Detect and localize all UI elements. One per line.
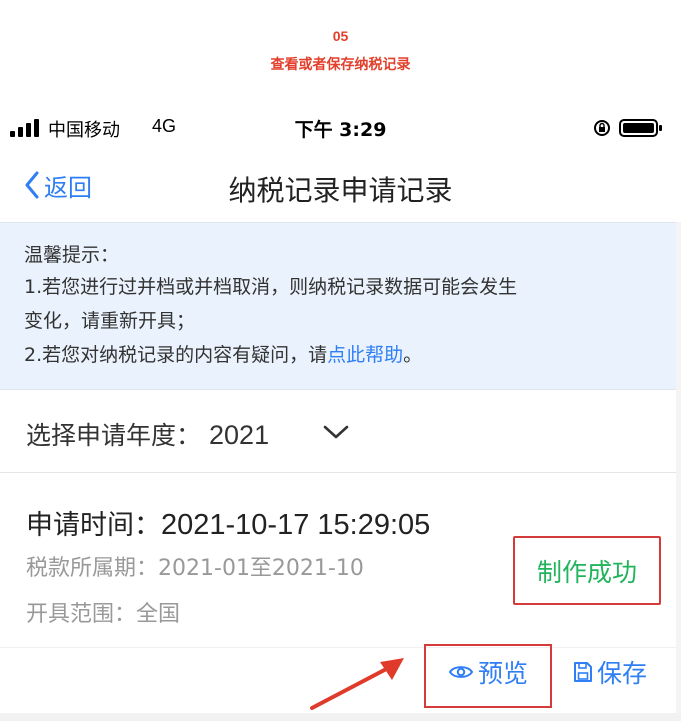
tax-period-label: 税款所属期： <box>26 556 159 581</box>
notice-line-1-cont: 变化，请重新开具； <box>24 310 196 332</box>
status-text: 制作成功 <box>536 557 637 587</box>
preview-button[interactable]: 预览 <box>448 654 528 690</box>
apply-time: 申请时间：2021-10-17 15:29:05 <box>26 503 430 542</box>
battery-icon <box>619 119 663 141</box>
save-icon <box>574 662 592 682</box>
preview-label: 预览 <box>478 659 529 688</box>
page-title: 纳税记录申请记录 <box>228 174 453 207</box>
chevron-down-icon[interactable] <box>322 424 350 444</box>
notice-panel: 温馨提示： 1.若您进行过并档或并档取消，则纳税记录数据可能会发生 变化，请重新… <box>0 222 676 390</box>
nav-bar: 返回 纳税记录申请记录 <box>0 150 681 220</box>
status-bar: 中国移动 4G 下午 3:29 <box>0 112 681 144</box>
issue-scope: 开具范围：全国 <box>26 596 180 628</box>
notice-line-1: 1.若您进行过并档或并档取消，则纳税记录数据可能会发生 <box>24 276 518 298</box>
save-button[interactable]: 保存 <box>573 654 647 690</box>
notice-heading: 温馨提示： <box>24 244 120 266</box>
year-label-text: 选择申请年度： <box>26 421 202 450</box>
year-selector-label: 选择申请年度： 2021 <box>26 416 269 452</box>
apply-time-value: 2021-10-17 15:29:05 <box>161 509 431 541</box>
scroll-edge <box>676 222 681 721</box>
year-value: 2021 <box>209 420 270 450</box>
help-link[interactable]: 点此帮助 <box>327 344 403 366</box>
step-title: 查看或者保存纳税记录 <box>270 57 411 73</box>
issue-scope-value: 全国 <box>136 602 181 627</box>
issue-scope-label: 开具范围： <box>26 602 137 627</box>
status-badge: 制作成功 <box>513 536 661 605</box>
step-number: 05 <box>332 28 349 44</box>
notice-line-2-prefix: 2.若您对纳税记录的内容有疑问，请 <box>24 344 328 366</box>
tax-period: 税款所属期：2021-01至2021-10 <box>26 550 364 582</box>
eye-icon <box>448 666 474 678</box>
clock: 下午 3:29 <box>294 119 387 141</box>
save-label: 保存 <box>597 659 648 688</box>
notice-line-2: 2.若您对纳税记录的内容有疑问，请点此帮助。 <box>24 339 422 371</box>
apply-time-label: 申请时间： <box>26 510 161 541</box>
bottom-strip <box>0 713 681 721</box>
year-selector[interactable]: 选择申请年度： 2021 <box>0 400 676 466</box>
annotation-arrow-icon <box>310 658 404 710</box>
tax-period-value: 2021-01至2021-10 <box>158 556 364 581</box>
notice-line-2-suffix: 。 <box>403 344 423 366</box>
rotation-lock-icon <box>592 118 612 142</box>
